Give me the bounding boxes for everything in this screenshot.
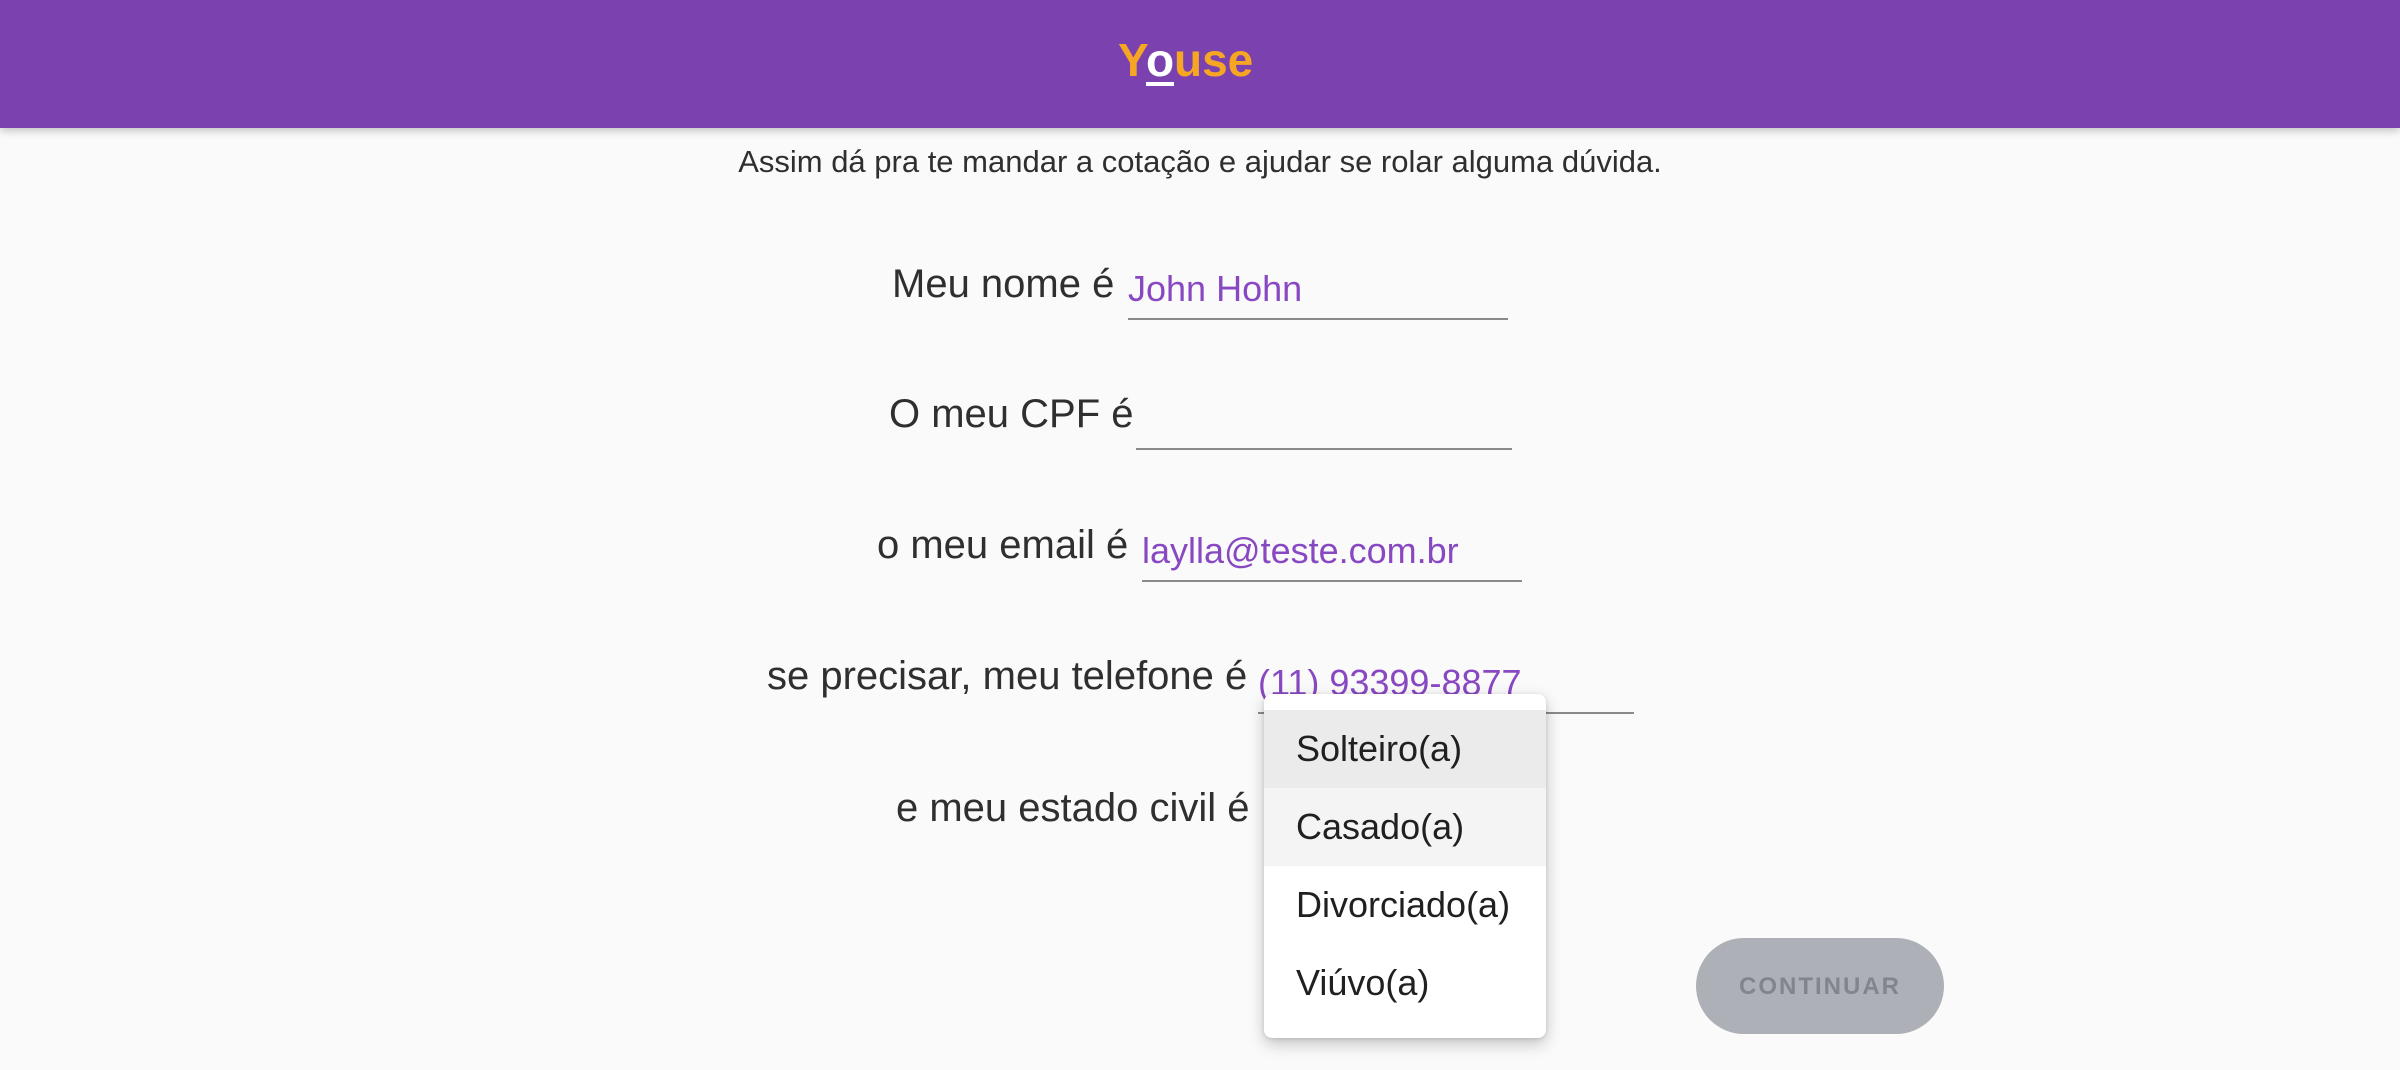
- option-solteiro[interactable]: Solteiro(a): [1264, 710, 1546, 788]
- svg-text:Y: Y: [1118, 34, 1149, 86]
- page-subtitle: Assim dá pra te mandar a cotação e ajuda…: [738, 144, 1662, 179]
- svg-text:use: use: [1174, 34, 1253, 86]
- email-label: o meu email é: [877, 523, 1129, 567]
- name-value: John Hohn: [1128, 268, 1303, 309]
- marital-status-dropdown: Solteiro(a) Casado(a) Divorciado(a) Viúv…: [1264, 694, 1546, 1038]
- svg-text:o: o: [1146, 34, 1174, 86]
- app-header: Y o use: [0, 0, 2400, 128]
- email-value: laylla@teste.com.br: [1142, 530, 1459, 571]
- continue-button[interactable]: CONTINUAR: [1696, 938, 1944, 1034]
- marital-status-label: e meu estado civil é: [896, 786, 1250, 830]
- phone-label: se precisar, meu telefone é: [767, 654, 1248, 698]
- name-label: Meu nome é: [892, 262, 1115, 306]
- youse-logo[interactable]: Y o use: [1118, 34, 1284, 90]
- name-field[interactable]: John Hohn: [1128, 264, 1508, 320]
- option-viuvo[interactable]: Viúvo(a): [1264, 944, 1546, 1022]
- cpf-label: O meu CPF é: [889, 392, 1134, 436]
- option-divorciado[interactable]: Divorciado(a): [1264, 866, 1546, 944]
- cpf-field[interactable]: [1136, 394, 1512, 450]
- email-field[interactable]: laylla@teste.com.br: [1142, 526, 1522, 582]
- option-casado[interactable]: Casado(a): [1264, 788, 1546, 866]
